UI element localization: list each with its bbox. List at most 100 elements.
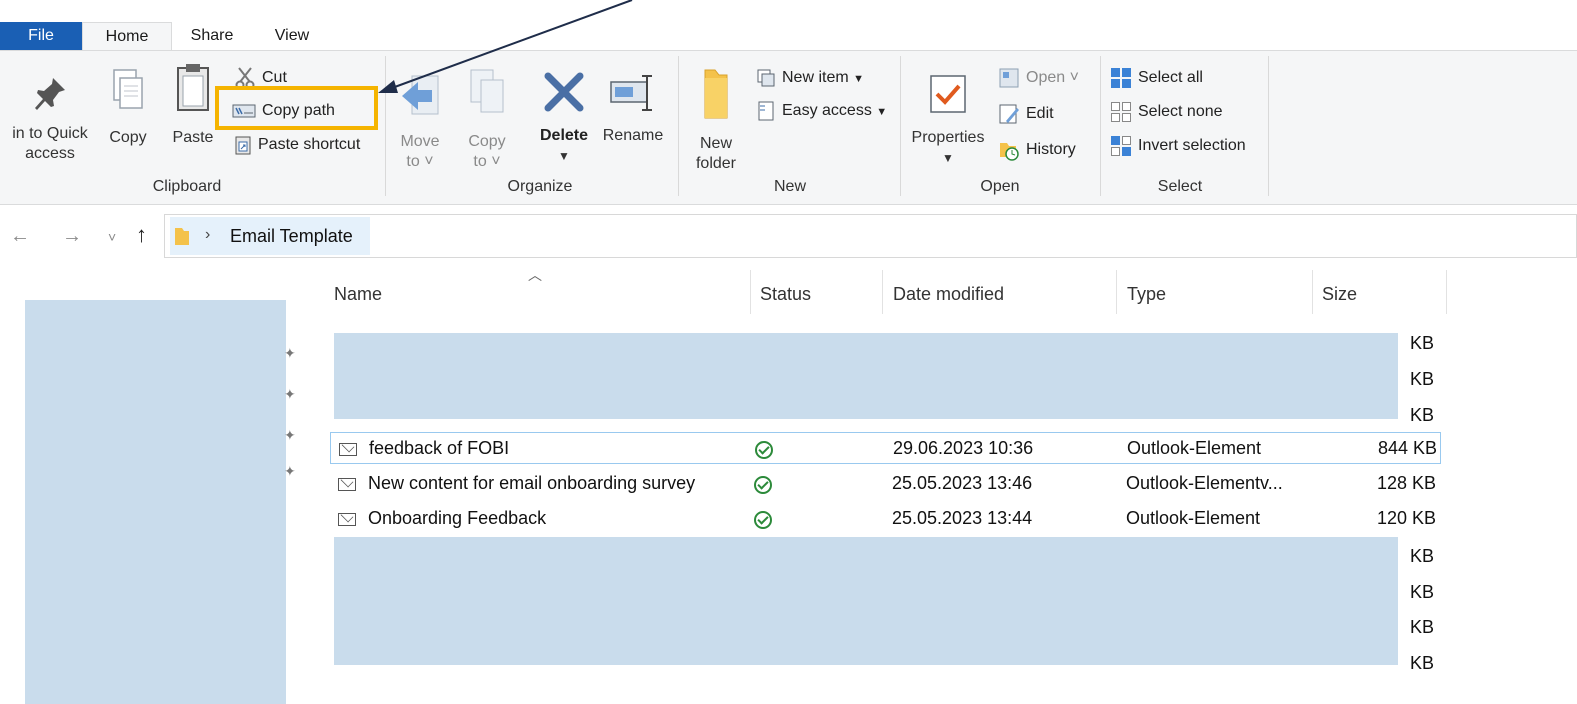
delete-icon xyxy=(544,72,584,112)
file-name: Onboarding Feedback xyxy=(368,508,547,528)
rename-button[interactable]: Rename xyxy=(598,72,668,146)
forward-arrow-icon[interactable]: → xyxy=(62,225,82,248)
column-divider[interactable] xyxy=(1116,270,1117,314)
chevron-down-icon: ▼ xyxy=(558,149,570,163)
cut-label: Cut xyxy=(262,69,287,87)
select-all-button[interactable]: Select all xyxy=(1110,66,1203,90)
open-label: Open xyxy=(1026,69,1066,86)
redacted-rows-top xyxy=(334,333,1398,419)
tab-view[interactable]: View xyxy=(252,22,332,50)
paste-shortcut-label: Paste shortcut xyxy=(258,136,361,153)
navigation-pane-redacted xyxy=(25,300,286,704)
new-item-button[interactable]: New item ▼ xyxy=(756,66,864,90)
new-folder-button[interactable]: New folder xyxy=(688,66,744,174)
chevron-down-icon: ˅ xyxy=(491,153,501,170)
group-label-new: New xyxy=(773,178,806,195)
move-to-icon xyxy=(402,75,439,115)
chevron-down-icon: ˅ xyxy=(1069,69,1079,86)
easy-access-button[interactable]: Easy access ▼ xyxy=(756,99,887,123)
column-divider[interactable] xyxy=(1446,270,1447,314)
address-field[interactable] xyxy=(164,214,1577,258)
group-label-select: Select xyxy=(1157,178,1203,195)
pin-to-quick-access-button[interactable]: in to Quick access xyxy=(0,76,100,164)
tab-home[interactable]: Home xyxy=(82,22,172,50)
invert-selection-icon xyxy=(1111,135,1131,156)
group-separator xyxy=(1268,56,1269,196)
group-label-open: Open xyxy=(980,178,1020,195)
paste-shortcut-icon xyxy=(235,136,251,155)
history-button[interactable]: History xyxy=(998,138,1076,162)
mail-icon xyxy=(338,478,356,491)
new-folder-label-line1: New xyxy=(699,135,732,152)
column-divider[interactable] xyxy=(750,270,751,314)
column-header-status[interactable]: Status xyxy=(760,284,811,305)
back-arrow-icon[interactable]: ← xyxy=(10,225,30,248)
column-header-date-modified[interactable]: Date modified xyxy=(893,284,1004,305)
select-all-label: Select all xyxy=(1138,69,1203,86)
group-separator xyxy=(900,56,901,196)
group-label-organize: Organize xyxy=(507,178,573,195)
select-none-label: Select none xyxy=(1138,103,1223,120)
status-synced-icon xyxy=(755,441,773,459)
move-to-label-line1: Move xyxy=(400,133,440,150)
invert-selection-label: Invert selection xyxy=(1138,137,1246,154)
paste-button[interactable]: Paste xyxy=(168,60,218,148)
column-header-type[interactable]: Type xyxy=(1127,284,1166,305)
pin-icon xyxy=(35,78,65,110)
table-row[interactable]: feedback of FOBI 29.06.2023 10:36 Outloo… xyxy=(330,432,1441,464)
copy-icon xyxy=(113,69,143,109)
easy-access-label: Easy access xyxy=(782,102,872,119)
properties-button[interactable]: Properties ▼ xyxy=(906,72,990,168)
copy-button[interactable]: Copy xyxy=(104,66,152,148)
pin-icon: ✦ xyxy=(284,463,296,479)
paste-icon xyxy=(177,64,209,111)
select-none-icon xyxy=(1111,101,1131,122)
select-none-button[interactable]: Select none xyxy=(1110,100,1223,124)
properties-icon xyxy=(930,75,966,113)
tab-file[interactable]: File xyxy=(0,22,82,50)
select-all-icon xyxy=(1111,67,1131,88)
breadcrumb-item[interactable]: Email Template xyxy=(230,226,353,247)
column-divider[interactable] xyxy=(1312,270,1313,314)
pin-label-line1: in to Quick xyxy=(12,125,88,142)
easy-access-icon xyxy=(758,101,774,121)
group-separator xyxy=(678,56,679,196)
folder-icon xyxy=(175,228,189,245)
copy-to-button[interactable]: Copy to ˅ xyxy=(462,66,512,172)
up-arrow-icon[interactable]: ↑ xyxy=(136,222,147,248)
recent-locations-chevron-icon[interactable]: ˅ xyxy=(108,229,116,245)
group-separator xyxy=(1100,56,1101,196)
column-header-size[interactable]: Size xyxy=(1322,284,1357,305)
table-row[interactable]: New content for email onboarding survey … xyxy=(330,468,1441,500)
pin-icon: ✦ xyxy=(284,345,296,361)
chevron-down-icon: ˅ xyxy=(424,153,434,170)
breadcrumb-chevron-icon[interactable]: › xyxy=(205,226,210,244)
open-button[interactable]: Open ˅ xyxy=(998,66,1079,90)
redacted-size-fragment: KB xyxy=(1410,546,1435,566)
paste-label: Paste xyxy=(172,129,214,146)
file-date: 25.05.2023 13:46 xyxy=(892,473,1033,493)
file-size: 120 KB xyxy=(1376,508,1436,528)
copy-to-label-line1: Copy xyxy=(468,133,506,150)
redacted-size-fragment: KB xyxy=(1410,405,1435,425)
properties-label: Properties xyxy=(911,129,985,146)
column-divider[interactable] xyxy=(882,270,883,314)
pin-icon: ✦ xyxy=(284,386,296,402)
paste-shortcut-button[interactable]: Paste shortcut xyxy=(234,133,360,157)
redacted-size-fragment: KB xyxy=(1410,369,1435,389)
delete-button[interactable]: Delete ▼ xyxy=(534,70,594,166)
new-folder-icon xyxy=(704,69,728,119)
column-header-name[interactable]: Name xyxy=(334,284,382,305)
redacted-size-fragment: KB xyxy=(1410,333,1435,353)
copy-path-highlight xyxy=(215,86,378,130)
new-item-icon xyxy=(757,69,775,87)
tab-share[interactable]: Share xyxy=(172,22,252,50)
copy-label: Copy xyxy=(109,129,147,146)
history-icon xyxy=(1000,142,1019,161)
table-row[interactable]: Onboarding Feedback 25.05.2023 13:44 Out… xyxy=(330,503,1441,535)
invert-selection-button[interactable]: Invert selection xyxy=(1110,134,1246,158)
file-name: feedback of FOBI xyxy=(369,438,510,458)
edit-button[interactable]: Edit xyxy=(998,102,1054,126)
move-to-button[interactable]: Move to ˅ xyxy=(395,72,445,172)
copy-to-label-line2: to xyxy=(473,153,487,170)
